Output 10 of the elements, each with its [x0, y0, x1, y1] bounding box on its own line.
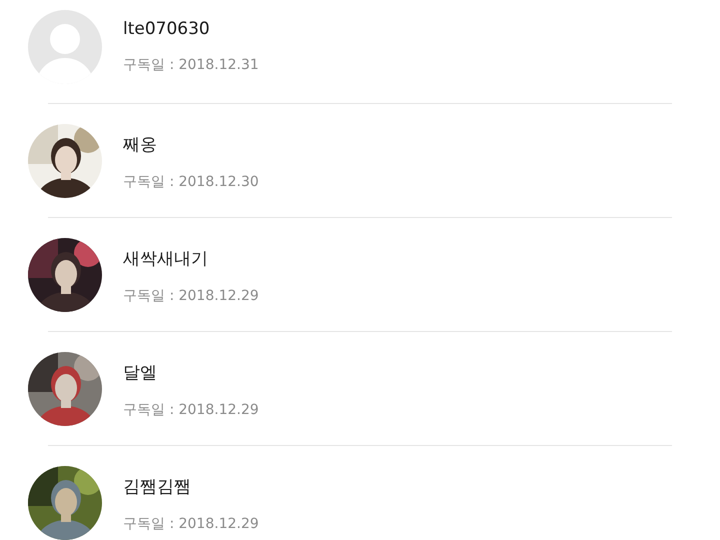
subscribe-date: 구독일 : 2018.12.30	[123, 173, 259, 191]
user-name[interactable]: 새싹새내기	[123, 247, 259, 270]
user-name[interactable]: 째옹	[123, 133, 259, 156]
subscribe-date: 구독일 : 2018.12.29	[123, 401, 259, 419]
user-name[interactable]: 달엘	[123, 361, 259, 384]
subscribe-date: 구독일 : 2018.12.31	[123, 56, 259, 74]
subscribe-date: 구독일 : 2018.12.29	[123, 515, 259, 533]
user-name[interactable]: 김쨈김쨈	[123, 475, 259, 498]
subscribe-date: 구독일 : 2018.12.29	[123, 287, 259, 305]
user-name[interactable]: lte070630	[123, 19, 259, 39]
